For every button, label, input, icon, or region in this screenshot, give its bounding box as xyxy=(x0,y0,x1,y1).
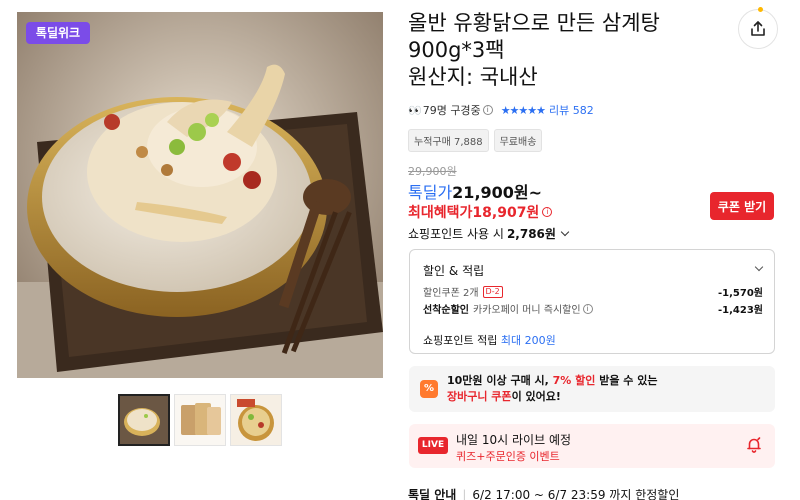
discount-panel-header: 할인 & 적립 xyxy=(423,264,485,278)
coupon-discount-line: 할인쿠폰 2개 D-2 -1,570원 xyxy=(423,284,763,299)
review-link[interactable]: 리뷰 582 xyxy=(549,102,594,118)
thumbnail-1[interactable] xyxy=(118,394,170,446)
product-meta: 👀 79명 구경중 i ★★★★★ 리뷰 582 xyxy=(408,102,594,118)
original-price: 29,900원 xyxy=(408,165,457,178)
deal-info-label: 톡딜 안내 xyxy=(408,488,457,500)
points-earn-line: 쇼핑포인트 적립 최대 200원 xyxy=(423,332,556,348)
product-title: 올반 유황닭으로 만든 삼계탕 900g*3팩 원산지: 국내산 xyxy=(408,10,728,91)
points-earn-max: 최대 200원 xyxy=(500,334,556,347)
thumbnail-strip xyxy=(118,394,282,446)
chevron-down-icon[interactable] xyxy=(754,262,764,272)
promo-text-part: 10만원 이상 구매 시, xyxy=(447,374,553,387)
promo-text-part: 받을 수 있는 xyxy=(595,374,658,387)
deal-price-label: 톡딜가 xyxy=(408,183,453,202)
promo-highlight: 장바구니 쿠폰 xyxy=(447,390,512,403)
eyes-icon: 👀 xyxy=(408,103,422,117)
deal-info-row: 톡딜 안내 | 6/2 17:00 ~ 6/7 23:59 까지 한정할인 xyxy=(408,486,679,500)
coupon-discount-value: -1,570원 xyxy=(718,288,763,299)
discount-panel: 할인 & 적립 할인쿠폰 2개 D-2 -1,570원 선착순할인 카카오페이 … xyxy=(409,249,775,354)
viewer-count: 79명 구경중 xyxy=(422,104,481,117)
live-broadcast-banner[interactable]: LIVE 내일 10시 라이브 예정 퀴즈+주문인증 이벤트 xyxy=(409,424,775,468)
chevron-down-icon xyxy=(560,227,570,236)
cumulative-purchase-chip: 누적구매 7,888 xyxy=(408,129,489,152)
points-usage-row[interactable]: 쇼핑포인트 사용 시 2,786원 xyxy=(408,225,570,242)
dday-badge: D-2 xyxy=(482,285,503,298)
product-info-panel: 올반 유황닭으로 만든 삼계탕 900g*3팩 원산지: 국내산 👀 79명 구… xyxy=(408,0,778,500)
live-subtitle: 퀴즈+주문인증 이벤트 xyxy=(456,450,560,463)
max-benefit-label: 최대혜택가 xyxy=(408,205,473,221)
info-icon: i xyxy=(542,207,553,217)
free-shipping-chip: 무료배송 xyxy=(493,129,543,152)
deal-period: 6/2 17:00 ~ 6/7 23:59 까지 한정할인 xyxy=(472,488,680,500)
deal-price: 21,900원~ xyxy=(452,183,543,202)
points-usage-label: 쇼핑포인트 사용 시 xyxy=(408,227,504,241)
first-come-value: -1,423원 xyxy=(718,305,763,316)
info-icon[interactable]: i xyxy=(582,303,593,314)
first-come-desc: 카카오페이 머니 즉시할인 xyxy=(473,305,581,316)
info-icon[interactable]: i xyxy=(482,105,493,115)
notification-dot xyxy=(758,7,763,12)
first-come-discount-line: 선착순할인 카카오페이 머니 즉시할인 i -1,423원 xyxy=(423,301,763,316)
promo-text-part: 이 있어요! xyxy=(511,390,561,403)
promo-text: 10만원 이상 구매 시, 7% 할인 받을 수 있는 장바구니 쿠폰이 있어요… xyxy=(447,373,658,405)
live-badge: LIVE xyxy=(418,437,448,454)
coupon-discount-label: 할인쿠폰 2개 xyxy=(423,288,479,299)
max-benefit-row[interactable]: 최대혜택가 18,907원 i xyxy=(408,202,553,222)
divider: | xyxy=(462,488,467,500)
deal-price-row: 톡딜가21,900원~ xyxy=(408,179,542,203)
max-benefit-price: 18,907원 xyxy=(472,205,540,221)
thumbnail-2[interactable] xyxy=(174,394,226,446)
title-line: 올반 유황닭으로 만든 삼계탕 xyxy=(408,11,660,35)
share-button[interactable] xyxy=(738,7,778,49)
product-chips: 누적구매 7,888 무료배송 xyxy=(408,129,543,152)
talkdeal-week-badge: 톡딜위크 xyxy=(26,22,90,44)
promo-highlight: 7% 할인 xyxy=(552,374,596,387)
product-main-image xyxy=(17,12,383,378)
percent-icon: % xyxy=(420,380,438,398)
share-icon xyxy=(751,21,765,36)
get-coupon-button[interactable]: 쿠폰 받기 xyxy=(710,192,774,220)
bell-icon[interactable] xyxy=(745,436,763,454)
title-line: 원산지: 국내산 xyxy=(408,65,538,89)
live-title: 내일 10시 라이브 예정 xyxy=(456,433,572,447)
thumbnail-3[interactable] xyxy=(230,394,282,446)
cart-coupon-promo[interactable]: % 10만원 이상 구매 시, 7% 할인 받을 수 있는 장바구니 쿠폰이 있… xyxy=(409,366,775,412)
points-earn-label: 쇼핑포인트 적립 xyxy=(423,334,498,347)
rating-stars-icon: ★★★★★ xyxy=(500,103,546,117)
points-usage-amount: 2,786원 xyxy=(506,227,556,241)
first-come-label: 선착순할인 xyxy=(423,305,469,316)
title-line: 900g*3팩 xyxy=(408,38,505,62)
